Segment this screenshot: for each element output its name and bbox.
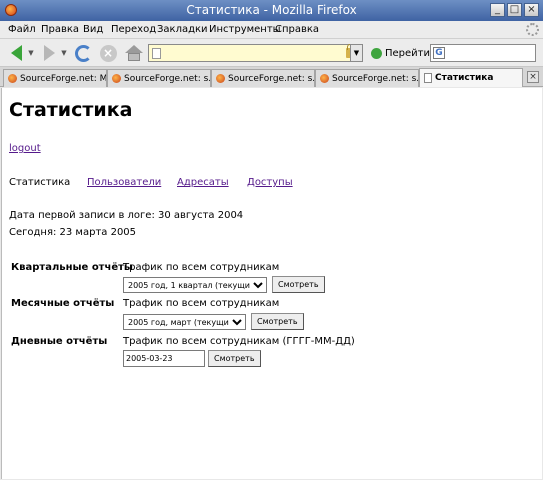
back-arrow-icon — [10, 45, 22, 61]
menu-edit[interactable]: Правка — [41, 24, 79, 35]
home-icon — [125, 45, 143, 61]
today-date: Сегодня: 23 марта 2005 — [9, 227, 137, 238]
quarterly-reports-label: Квартальные отчёты — [11, 262, 133, 273]
navigation-toolbar: ▼ ▼ × ▼ Перейти G — [0, 39, 543, 67]
monthly-view-button[interactable]: Смотреть — [251, 313, 304, 330]
tab-label: Статистика — [435, 73, 494, 83]
nav-link-users[interactable]: Пользователи — [87, 177, 161, 188]
close-tab-button[interactable]: × — [527, 71, 539, 83]
maximize-button[interactable]: □ — [507, 3, 522, 17]
daily-reports-label: Дневные отчёты — [11, 336, 108, 347]
stop-button[interactable]: × — [98, 43, 118, 63]
go-button[interactable]: Перейти — [371, 46, 430, 60]
sourceforge-favicon-icon — [320, 74, 329, 83]
first-record-date: Дата первой записи в логе: 30 августа 20… — [9, 210, 244, 221]
tab-label: SourceForge.net: s... — [332, 73, 419, 84]
back-history-dropdown[interactable]: ▼ — [27, 43, 35, 63]
monthly-period-select[interactable]: 2005 год, март (текущий) — [123, 314, 246, 330]
stop-icon: × — [99, 44, 117, 62]
quarterly-reports-desc: Трафик по всем сотрудникам — [123, 262, 280, 273]
menu-tools[interactable]: Инструменты — [209, 24, 281, 35]
nav-link-access[interactable]: Доступы — [247, 177, 293, 188]
document-icon — [424, 73, 432, 83]
tab-sourceforge-1[interactable]: SourceForge.net: M... — [3, 69, 107, 87]
address-history-dropdown[interactable]: ▼ — [350, 44, 363, 62]
forward-arrow-icon — [43, 45, 55, 61]
tab-label: SourceForge.net: M... — [20, 73, 107, 84]
menu-bookmarks[interactable]: Закладки — [157, 24, 208, 35]
nav-current-statistics: Статистика — [9, 177, 71, 188]
forward-button[interactable] — [41, 43, 57, 63]
menu-view[interactable]: Вид — [83, 24, 103, 35]
search-input[interactable]: G — [430, 44, 536, 62]
monthly-reports-label: Месячные отчёты — [11, 298, 115, 309]
daily-date-input[interactable] — [123, 350, 205, 367]
window-title: Статистика - Mozilla Firefox — [186, 3, 357, 17]
nav-link-recipients[interactable]: Адресаты — [177, 177, 229, 188]
menu-file[interactable]: Файл — [8, 24, 36, 35]
throbber-icon — [526, 23, 539, 36]
sourceforge-favicon-icon — [112, 74, 121, 83]
monthly-reports-desc: Трафик по всем сотрудникам — [123, 298, 280, 309]
menu-help[interactable]: Справка — [275, 24, 319, 35]
close-button[interactable]: × — [524, 3, 539, 17]
quarterly-view-button[interactable]: Смотреть — [272, 276, 325, 293]
menu-go[interactable]: Переход — [111, 24, 156, 35]
title-bar: Статистика - Mozilla Firefox _ □ × — [0, 0, 543, 21]
go-icon — [371, 47, 382, 59]
reload-button[interactable] — [73, 43, 93, 63]
minimize-button[interactable]: _ — [490, 3, 505, 17]
tab-label: SourceForge.net: s... — [124, 73, 211, 84]
page-icon — [152, 48, 161, 59]
logout-link[interactable]: logout — [9, 143, 41, 154]
go-label: Перейти — [385, 47, 430, 59]
page-title: Статистика — [9, 99, 133, 121]
daily-view-button[interactable]: Смотреть — [208, 350, 261, 367]
back-button[interactable] — [8, 43, 24, 63]
search-engine-icon[interactable]: G — [433, 47, 445, 59]
tab-sourceforge-4[interactable]: SourceForge.net: s... — [315, 69, 419, 87]
tab-label: SourceForge.net: s... — [228, 73, 315, 84]
daily-reports-desc: Трафик по всем сотрудникам (ГГГГ-ММ-ДД) — [123, 336, 355, 347]
tab-sourceforge-3[interactable]: SourceForge.net: s... — [211, 69, 315, 87]
home-button[interactable] — [124, 43, 144, 63]
menu-bar: Файл Правка Вид Переход Закладки Инструм… — [0, 21, 543, 39]
tab-statistics[interactable]: Статистика — [419, 68, 523, 87]
page-content: Статистика logout Статистика Пользовател… — [1, 88, 542, 479]
reload-icon — [74, 44, 92, 62]
sourceforge-favicon-icon — [216, 74, 225, 83]
forward-history-dropdown[interactable]: ▼ — [60, 43, 68, 63]
address-bar[interactable] — [148, 44, 362, 62]
sourceforge-favicon-icon — [8, 74, 17, 83]
tab-bar: SourceForge.net: M... SourceForge.net: s… — [0, 67, 543, 87]
tab-sourceforge-2[interactable]: SourceForge.net: s... — [107, 69, 211, 87]
quarterly-period-select[interactable]: 2005 год, 1 квартал (текущий) — [123, 277, 267, 293]
